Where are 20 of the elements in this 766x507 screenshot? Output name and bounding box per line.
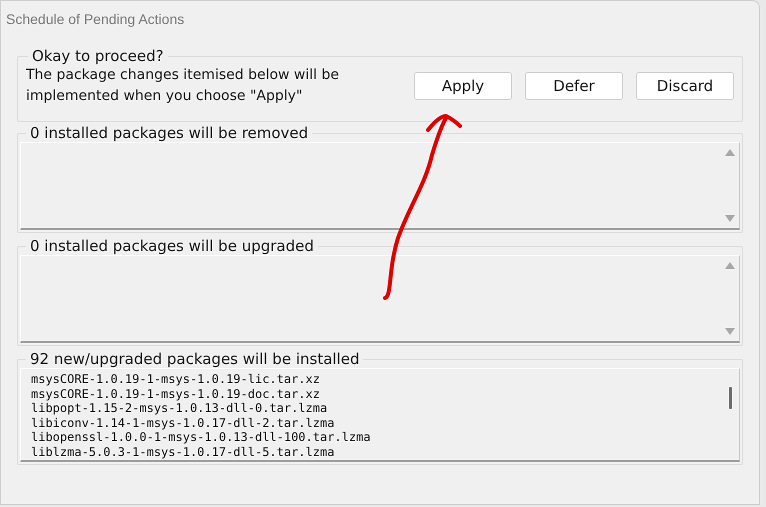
dialog-button[interactable]: Discard	[636, 72, 734, 100]
package-name: libopenssl-1.0.0-1-msys-1.0.13-dll-100.tar.lzma	[31, 430, 372, 444]
scroll-down-icon[interactable]	[725, 328, 735, 335]
scroll-down-icon[interactable]	[725, 215, 735, 222]
scroll-thumb[interactable]	[728, 387, 732, 409]
group-legend: 92 new/upgraded packages will be installed	[26, 350, 364, 368]
package-name: msysCORE-1.0.19-1-msys-1.0.19-lic.tar.xz	[31, 372, 321, 386]
scroll-up-icon[interactable]	[725, 262, 735, 269]
package-name: libpopt-1.15-2-msys-1.0.13-dll-0.tar.lzma	[31, 401, 328, 416]
group-legend: 0 installed packages will be removed	[26, 124, 312, 142]
package-name: liblzma-5.0.3-1-msys-1.0.17-dll-5.tar.lzma	[31, 444, 336, 459]
dialog-button[interactable]: Apply	[414, 72, 512, 100]
confirm-message: The package changes itemised below will be implemented when you choose "Apply"	[26, 66, 340, 106]
package-name: msysCORE-1.0.19-1-msys-1.0.19-doc.tar.xz	[31, 386, 321, 401]
group-legend: 0 installed packages will be upgraded	[26, 237, 318, 255]
dialog-button[interactable]: Defer	[525, 72, 623, 100]
window-title: Schedule of Pending Actions	[6, 10, 186, 29]
group-legend: Okay to proceed?	[28, 47, 168, 65]
scroll-up-icon[interactable]	[725, 149, 735, 156]
package-name: libiconv-1.14-1-msys-1.0.17-dll-2.tar.lzma	[31, 416, 336, 430]
